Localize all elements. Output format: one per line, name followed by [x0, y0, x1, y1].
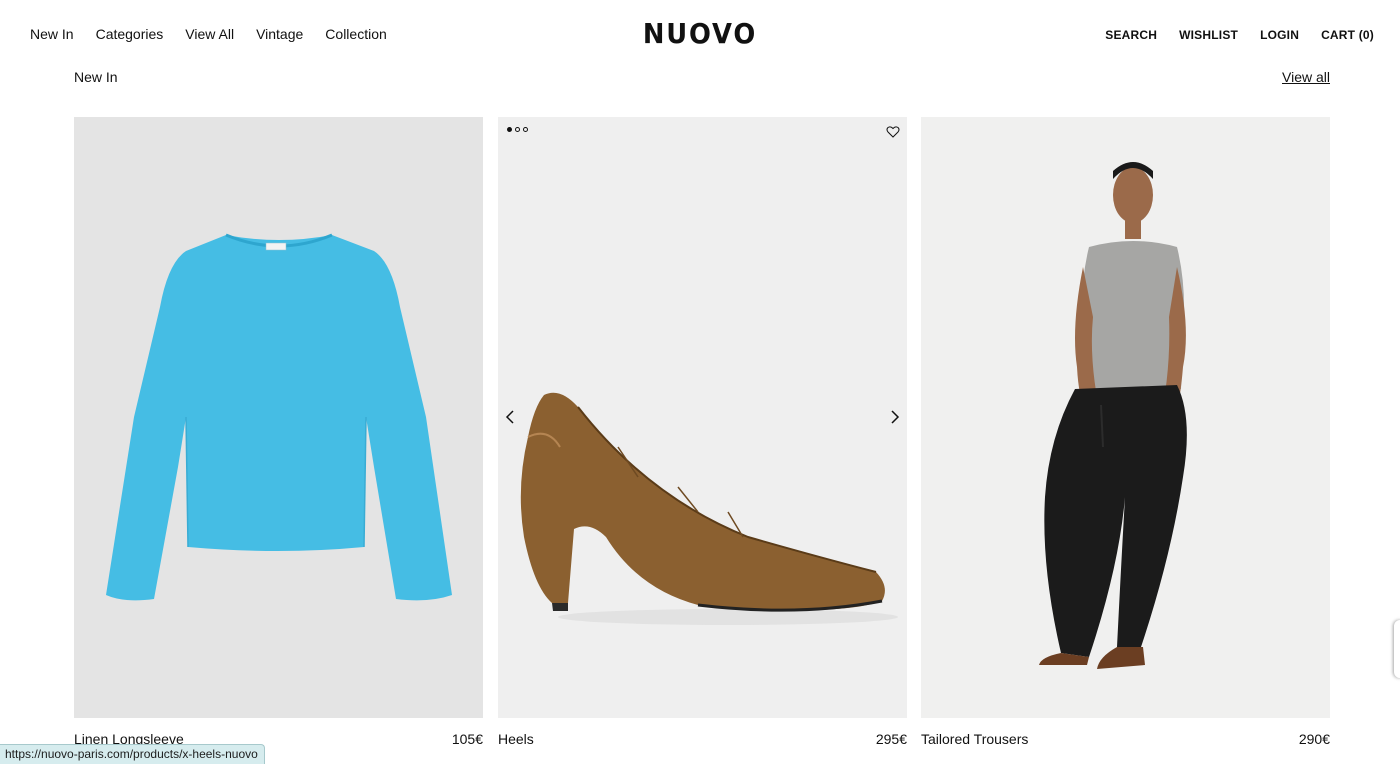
- heart-icon[interactable]: [886, 125, 900, 139]
- site-header: New In Categories View All Vintage Colle…: [0, 0, 1400, 66]
- product-name[interactable]: Heels: [498, 731, 534, 747]
- product-name[interactable]: Tailored Trousers: [921, 731, 1028, 747]
- product-card[interactable]: Linen Longsleeve 105€: [74, 117, 483, 748]
- product-price: 295€: [875, 731, 907, 747]
- login-link[interactable]: LOGIN: [1260, 28, 1299, 42]
- product-image[interactable]: [921, 117, 1330, 718]
- wishlist-link[interactable]: WISHLIST: [1179, 28, 1238, 42]
- product-card[interactable]: Tailored Trousers 290€: [921, 117, 1330, 748]
- chevron-right-icon[interactable]: [887, 408, 903, 426]
- heels-image: [520, 392, 898, 625]
- link-status-bar: https://nuovo-paris.com/products/x-heels…: [0, 744, 265, 764]
- view-all-link[interactable]: View all: [1282, 69, 1330, 85]
- side-drawer-handle[interactable]: [1394, 620, 1400, 678]
- product-card[interactable]: Heels 295€: [498, 117, 907, 748]
- product-price: 105€: [451, 731, 483, 747]
- carousel-dot[interactable]: [523, 127, 528, 132]
- product-image[interactable]: [498, 117, 907, 718]
- product-info: Heels 295€: [498, 718, 907, 748]
- tailored-trousers-image: [1039, 162, 1187, 669]
- carousel-dots: [507, 127, 528, 132]
- utility-nav: SEARCH WISHLIST LOGIN CART (0): [1105, 28, 1374, 42]
- search-link[interactable]: SEARCH: [1105, 28, 1157, 42]
- cart-link[interactable]: CART (0): [1321, 28, 1374, 42]
- product-info: Tailored Trousers 290€: [921, 718, 1330, 748]
- section-title: New In: [74, 69, 118, 85]
- product-price: 290€: [1298, 731, 1330, 747]
- chevron-left-icon[interactable]: [502, 408, 518, 426]
- carousel-dot[interactable]: [515, 127, 520, 132]
- carousel-dot[interactable]: [507, 127, 512, 132]
- linen-longsleeve-image: [106, 233, 452, 601]
- product-image[interactable]: [74, 117, 483, 718]
